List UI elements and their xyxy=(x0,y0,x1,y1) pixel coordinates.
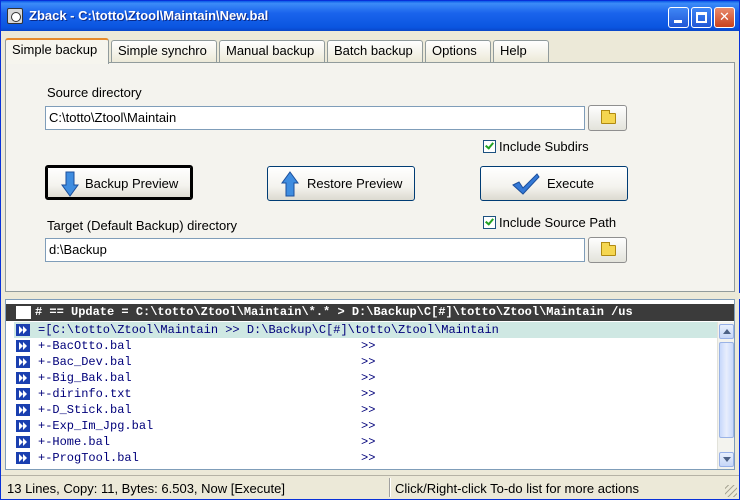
item-action: >> xyxy=(361,451,376,465)
arrow-down-icon xyxy=(61,171,79,197)
include-source-path-checkbox[interactable]: Include Source Path xyxy=(483,215,616,230)
scroll-up-button[interactable] xyxy=(719,324,734,339)
list-item[interactable]: +-dirinfo.txt >> xyxy=(14,386,718,402)
list-item[interactable]: +-Home.bal >> xyxy=(14,434,718,450)
tab-manual-backup[interactable]: Manual backup xyxy=(219,40,325,62)
minimize-button[interactable] xyxy=(668,7,689,28)
item-action: >> xyxy=(361,419,376,433)
header-checkbox[interactable] xyxy=(16,306,31,319)
item-path: +-Bac_Dev.bal xyxy=(38,355,132,369)
list-item[interactable]: +-D_Stick.bal >> xyxy=(14,402,718,418)
include-subdirs-label: Include Subdirs xyxy=(499,139,589,154)
close-button[interactable]: ✕ xyxy=(714,7,735,28)
backup-preview-label: Backup Preview xyxy=(85,176,179,191)
log-header[interactable]: # == Update = C:\totto\Ztool\Maintain\*.… xyxy=(6,304,734,321)
target-directory-input[interactable]: d:\Backup xyxy=(45,238,585,262)
execute-button[interactable]: Execute xyxy=(480,166,628,201)
title-bar[interactable]: Zback - C:\totto\Ztool\Maintain\New.bal … xyxy=(1,1,739,31)
double-arrow-icon xyxy=(16,420,30,432)
status-summary: 13 Lines, Copy: 11, Bytes: 6.503, Now [E… xyxy=(7,481,285,496)
item-action: >> xyxy=(361,435,376,449)
include-subdirs-checkbox[interactable]: Include Subdirs xyxy=(483,139,589,154)
source-directory-label: Source directory xyxy=(47,85,142,100)
item-action: >> xyxy=(361,387,376,401)
app-window: Zback - C:\totto\Ztool\Maintain\New.bal … xyxy=(0,0,740,500)
chevron-up-icon xyxy=(723,329,731,334)
chevron-down-icon xyxy=(723,457,731,462)
list-item[interactable]: +-Exp_Im_Jpg.bal >> xyxy=(14,418,718,434)
app-icon[interactable] xyxy=(7,8,23,24)
status-bar: 13 Lines, Copy: 11, Bytes: 6.503, Now [E… xyxy=(1,475,739,499)
window-title: Zback - C:\totto\Ztool\Maintain\New.bal xyxy=(29,8,269,23)
folder-icon xyxy=(601,242,616,256)
item-path: +-D_Stick.bal xyxy=(38,403,132,417)
double-arrow-icon xyxy=(16,324,30,336)
item-action: >> xyxy=(361,403,376,417)
tab-simple-backup[interactable]: Simple backup xyxy=(5,38,109,64)
backup-preview-button[interactable]: Backup Preview xyxy=(45,165,193,200)
folder-icon xyxy=(601,110,616,124)
arrow-up-icon xyxy=(281,171,299,197)
status-hint: Click/Right-click To-do list for more ac… xyxy=(395,481,639,496)
checkmark-icon xyxy=(485,216,494,226)
checkbox-box[interactable] xyxy=(483,140,496,153)
resize-grip[interactable] xyxy=(725,485,737,497)
item-action: >> xyxy=(361,339,376,353)
double-arrow-icon xyxy=(16,452,30,464)
browse-source-button[interactable] xyxy=(588,105,627,131)
item-path: +-ProgTool.bal xyxy=(38,451,139,465)
todo-list[interactable]: # == Update = C:\totto\Ztool\Maintain\*.… xyxy=(5,299,735,470)
tab-help[interactable]: Help xyxy=(493,40,549,62)
tab-options[interactable]: Options xyxy=(425,40,491,62)
log-header-text: # == Update = C:\totto\Ztool\Maintain\*.… xyxy=(35,305,633,319)
target-directory-label: Target (Default Backup) directory xyxy=(47,218,238,233)
item-path: +-Big_Bak.bal xyxy=(38,371,132,385)
double-arrow-icon xyxy=(16,388,30,400)
minimize-icon xyxy=(674,20,682,23)
restore-preview-label: Restore Preview xyxy=(307,176,403,191)
item-action: >> xyxy=(361,371,376,385)
tab-bar: Simple backup Simple synchro Manual back… xyxy=(5,38,735,64)
checkbox-box[interactable] xyxy=(483,216,496,229)
double-arrow-icon xyxy=(16,356,30,368)
include-source-path-label: Include Source Path xyxy=(499,215,617,230)
list-item[interactable]: +-BacOtto.bal >> xyxy=(14,338,718,354)
double-arrow-icon xyxy=(16,404,30,416)
tab-batch-backup[interactable]: Batch backup xyxy=(327,40,423,62)
item-path: +-Exp_Im_Jpg.bal xyxy=(38,419,154,433)
maximize-icon xyxy=(696,12,707,23)
double-arrow-icon xyxy=(16,372,30,384)
close-icon: ✕ xyxy=(719,9,730,24)
item-path: =[C:\totto\Ztool\Maintain >> D:\Backup\C… xyxy=(38,323,499,337)
item-path: +-Home.bal xyxy=(38,435,111,449)
status-divider xyxy=(389,478,391,497)
item-action: >> xyxy=(361,355,376,369)
execute-label: Execute xyxy=(547,176,594,191)
double-arrow-icon xyxy=(16,436,30,448)
double-arrow-icon xyxy=(16,340,30,352)
maximize-button[interactable] xyxy=(691,7,712,28)
browse-target-button[interactable] xyxy=(588,237,627,263)
list-item[interactable]: +-Big_Bak.bal >> xyxy=(14,370,718,386)
item-path: +-dirinfo.txt xyxy=(38,387,132,401)
execute-check-icon xyxy=(512,173,540,195)
item-path: +-BacOtto.bal xyxy=(38,339,132,353)
list-item[interactable]: =[C:\totto\Ztool\Maintain >> D:\Backup\C… xyxy=(14,322,718,338)
list-item[interactable]: +-Bac_Dev.bal >> xyxy=(14,354,718,370)
list-item[interactable]: +-ProgTool.bal >> xyxy=(14,450,718,466)
simple-backup-panel: Source directory C:\totto\Ztool\Maintain… xyxy=(5,62,735,292)
vertical-scrollbar[interactable] xyxy=(717,322,734,469)
scroll-down-button[interactable] xyxy=(719,452,734,467)
tab-simple-synchro[interactable]: Simple synchro xyxy=(111,40,217,62)
source-directory-input[interactable]: C:\totto\Ztool\Maintain xyxy=(45,106,585,130)
scroll-thumb[interactable] xyxy=(719,342,734,438)
checkmark-icon xyxy=(485,140,494,150)
restore-preview-button[interactable]: Restore Preview xyxy=(267,166,415,201)
